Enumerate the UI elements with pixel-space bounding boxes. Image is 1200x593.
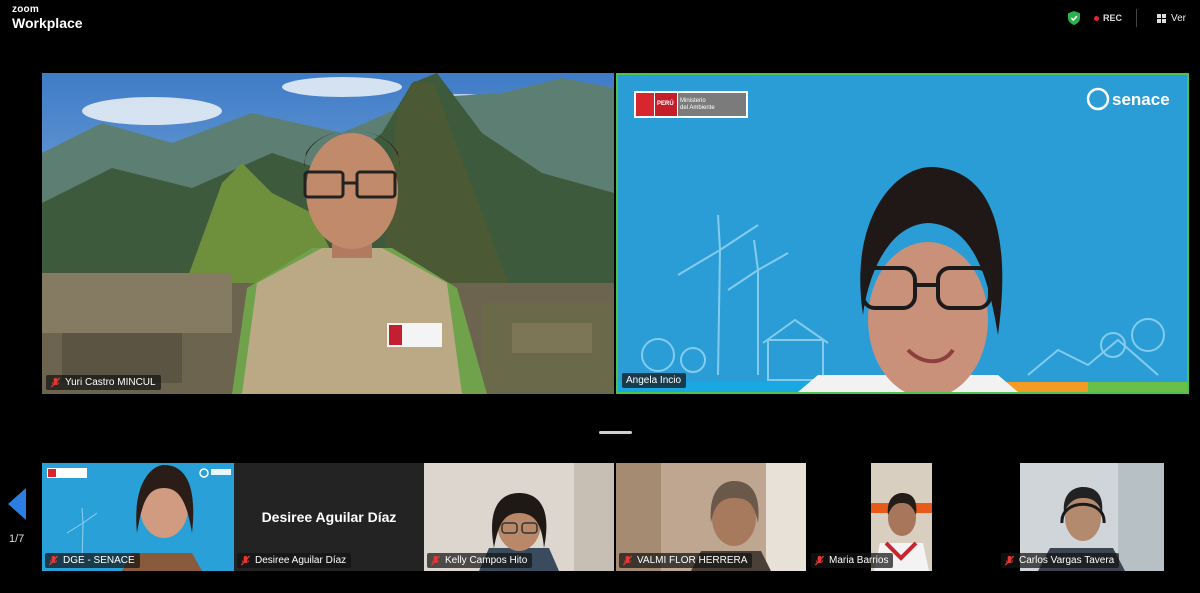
participant-nametag: Kelly Campos Hito — [427, 553, 533, 568]
page-counter: 1/7 — [9, 533, 25, 545]
previous-page-arrow-icon[interactable] — [6, 487, 28, 521]
mic-muted-icon — [50, 377, 61, 388]
brand-large: Workplace — [12, 15, 83, 31]
ministry-banner: PERÚ Ministerio del Ambiente — [636, 93, 746, 116]
participant-name: Angela Incio — [626, 375, 682, 386]
participant-nametag: VALMI FLOR HERRERA — [619, 553, 753, 568]
participant-video — [42, 73, 614, 394]
participant-name: DGE - SENACE — [63, 555, 135, 566]
ministry-line1: Ministerio — [680, 98, 706, 104]
participant-nametag: Desiree Aguilar Díaz — [237, 553, 352, 568]
senace-logo: senace — [1112, 90, 1170, 109]
mic-muted-icon — [48, 555, 59, 566]
participant-name: Maria Barrios — [829, 555, 889, 566]
video-tile-kelly-campos[interactable]: Kelly Campos Hito — [424, 463, 614, 571]
participant-nametag: Angela Incio — [622, 373, 687, 388]
participant-name: Kelly Campos Hito — [445, 555, 528, 566]
participant-name: Desiree Aguilar Díaz — [255, 555, 347, 566]
brand-small: zoom — [12, 4, 39, 15]
ministry-flag-text: PERÚ — [657, 101, 674, 107]
ministry-line2: del Ambiente — [680, 105, 715, 111]
participant-name: Carlos Vargas Tavera — [1019, 555, 1115, 566]
divider — [1135, 9, 1137, 27]
gallery-page-indicator[interactable] — [599, 431, 632, 434]
video-tile-carlos-vargas[interactable]: Carlos Vargas Tavera — [998, 463, 1190, 571]
video-tile-maria-barrios[interactable]: Maria Barrios — [808, 463, 998, 571]
grid-view-icon — [1156, 13, 1166, 23]
view-label: Ver — [1170, 12, 1186, 24]
recording-indicator[interactable]: REC — [1093, 13, 1122, 23]
video-tile-yuri-castro[interactable]: Yuri Castro MINCUL — [42, 73, 614, 394]
mic-muted-icon — [430, 555, 441, 566]
video-tile-dge-senace[interactable]: DGE - SENACE — [42, 463, 234, 571]
mic-muted-icon — [1004, 555, 1015, 566]
video-tile-valmi-flor[interactable]: VALMI FLOR HERRERA — [616, 463, 806, 571]
participant-nametag: Yuri Castro MINCUL — [46, 375, 161, 390]
recording-dot-icon — [1093, 15, 1099, 21]
participant-name: VALMI FLOR HERRERA — [637, 555, 748, 566]
view-button[interactable]: Ver — [1156, 12, 1186, 24]
participant-nametag: DGE - SENACE — [45, 553, 140, 568]
participant-video — [618, 75, 1187, 392]
participant-name: Yuri Castro MINCUL — [65, 377, 156, 388]
video-tile-desiree-aguilar[interactable]: Desiree Aguilar Díaz Desiree Aguilar Día… — [234, 463, 424, 571]
zoom-logo: zoom Workplace — [12, 4, 83, 31]
shield-check-icon[interactable] — [1067, 11, 1080, 25]
mic-muted-icon — [814, 555, 825, 566]
participant-nametag: Carlos Vargas Tavera — [1001, 553, 1120, 568]
mic-muted-icon — [622, 555, 633, 566]
participant-nametag: Maria Barrios — [811, 553, 894, 568]
participant-display-name: Desiree Aguilar Díaz — [261, 509, 397, 525]
recording-label: REC — [1102, 13, 1122, 23]
mic-muted-icon — [240, 555, 251, 566]
video-tile-angela-incio[interactable]: PERÚ Ministerio del Ambiente senace Ange… — [616, 73, 1189, 394]
top-right-controls: REC Ver — [1067, 0, 1200, 36]
